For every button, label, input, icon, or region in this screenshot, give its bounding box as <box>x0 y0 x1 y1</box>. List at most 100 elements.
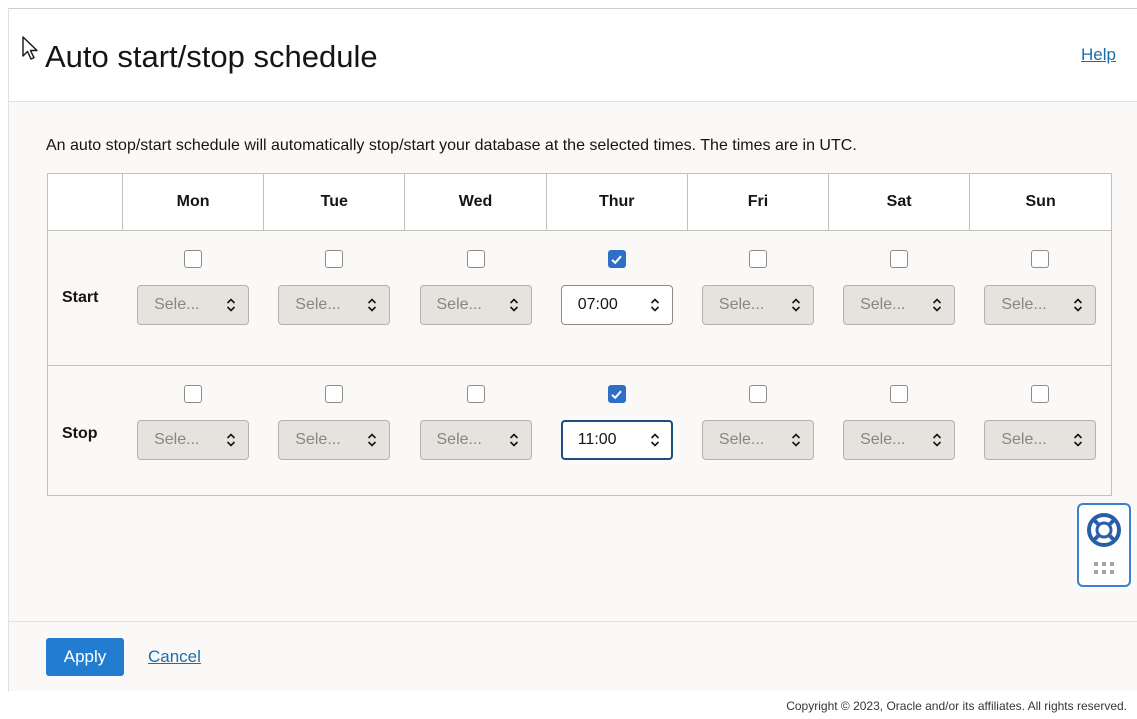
day-checkbox[interactable] <box>1031 250 1050 268</box>
time-select-value: Sele... <box>718 296 765 313</box>
day-checkbox[interactable] <box>607 250 626 268</box>
cancel-link[interactable]: Cancel <box>148 647 201 667</box>
cell-content: Sele... <box>830 367 969 460</box>
updown-chevron-icon <box>650 298 659 312</box>
day-header: Sat <box>828 174 971 231</box>
help-link[interactable]: Help <box>1081 45 1116 65</box>
day-header: Fri <box>687 174 830 231</box>
time-select[interactable]: 07:00 <box>560 285 673 325</box>
schedule-dialog: Auto start/stop schedule Help An auto st… <box>8 8 1137 691</box>
updown-chevron-icon <box>227 298 236 312</box>
day-checkbox[interactable] <box>184 385 203 403</box>
grip-icon[interactable] <box>1093 561 1115 575</box>
time-select[interactable]: Sele... <box>419 285 532 325</box>
day-header: Wed <box>404 174 547 231</box>
updown-chevron-icon <box>933 298 942 312</box>
day-checkbox[interactable] <box>748 250 767 268</box>
schedule-cell: Sele... <box>405 366 546 502</box>
day-checkbox[interactable] <box>890 250 909 268</box>
day-checkbox[interactable] <box>325 250 344 268</box>
time-select[interactable]: Sele... <box>701 285 814 325</box>
schedule-cell: Sele... <box>969 230 1111 366</box>
time-select[interactable]: Sele... <box>984 285 1097 325</box>
schedule-cell: Sele... <box>264 366 405 502</box>
updown-chevron-icon <box>227 433 236 447</box>
schedule-grid: Mon Tue Wed Thur Fri Sat Sun Start Sele..… <box>47 173 1112 496</box>
updown-chevron-icon <box>1074 298 1083 312</box>
apply-button[interactable]: Apply <box>46 638 124 676</box>
cell-content: Sele... <box>265 367 404 460</box>
time-select[interactable]: Sele... <box>278 420 391 460</box>
day-checkbox[interactable] <box>890 385 909 403</box>
row-label: Start <box>48 230 123 366</box>
day-checkbox[interactable] <box>466 250 485 268</box>
cell-content: Sele... <box>830 232 969 325</box>
time-select-value: Sele... <box>436 431 482 448</box>
updown-chevron-icon <box>650 433 659 447</box>
day-header: Sun <box>969 174 1111 231</box>
schedule-cell: Sele... <box>263 230 405 366</box>
cell-content: 11:00 <box>547 367 686 460</box>
row-label: Stop <box>62 424 98 442</box>
updown-chevron-icon <box>368 433 377 447</box>
time-select-value: Sele... <box>295 431 341 448</box>
time-select-value: 11:00 <box>577 431 617 448</box>
time-select-value: Sele... <box>154 431 200 448</box>
day-checkbox[interactable] <box>325 385 344 403</box>
time-select-value: Sele... <box>1001 296 1047 313</box>
time-select-value: 07:00 <box>577 296 618 313</box>
time-select-value: Sele... <box>718 431 765 448</box>
cell-content: Sele... <box>124 232 263 325</box>
day-checkbox[interactable] <box>1031 385 1050 403</box>
time-select[interactable]: Sele... <box>984 420 1097 460</box>
time-select-value: Sele... <box>154 296 200 313</box>
schedule-cell: Sele... <box>970 366 1111 502</box>
schedule-cell: Sele... <box>828 230 970 366</box>
time-select-value: Sele... <box>860 296 906 313</box>
updown-chevron-icon <box>509 298 518 312</box>
time-select[interactable]: Sele... <box>843 285 956 325</box>
schedule-row-start: Start Sele... Sele... Sele... 07:00 Sele... Se… <box>48 230 1111 366</box>
time-select[interactable]: Sele... <box>843 420 956 460</box>
cell-content: 07:00 <box>547 232 686 325</box>
header-corner <box>48 174 123 231</box>
time-select-value: Sele... <box>436 296 482 313</box>
time-select[interactable]: Sele... <box>137 420 250 460</box>
schedule-cell: Sele... <box>829 366 970 502</box>
updown-chevron-icon <box>791 433 800 447</box>
cell-content: Sele... <box>688 367 827 460</box>
help-widget[interactable] <box>1077 503 1131 587</box>
schedule-cell: Sele... <box>122 230 264 366</box>
copyright-notice: Copyright © 2023, Oracle and/or its affi… <box>786 699 1127 713</box>
pointer-cursor-icon <box>22 36 38 60</box>
time-select-value: Sele... <box>1001 431 1047 448</box>
time-select[interactable]: Sele... <box>278 285 391 325</box>
cell-content: Sele... <box>688 232 827 325</box>
updown-chevron-icon <box>933 433 942 447</box>
schedule-cell: Sele... <box>687 366 828 502</box>
cell-content: Sele... <box>265 232 404 325</box>
day-checkbox[interactable] <box>748 385 767 403</box>
cell-content: Sele... <box>406 367 545 460</box>
day-checkbox[interactable] <box>466 385 485 403</box>
page-title: Auto start/stop schedule <box>45 39 378 74</box>
day-header: Thur <box>546 174 688 231</box>
day-header-row: Mon Tue Wed Thur Fri Sat Sun <box>48 174 1111 231</box>
schedule-row-stop: Stop Sele... Sele... Sele... 11:00 Sele... Sel… <box>48 366 1111 502</box>
schedule-cell: Sele... <box>123 366 264 502</box>
cell-content: Sele... <box>406 232 545 325</box>
time-select-value: Sele... <box>860 431 906 448</box>
schedule-cell: 07:00 <box>546 230 688 366</box>
dialog-footer: Apply Cancel <box>9 621 1137 691</box>
time-select[interactable]: Sele... <box>419 420 532 460</box>
check-icon <box>611 390 622 399</box>
day-checkbox[interactable] <box>607 385 626 403</box>
schedule-description: An auto stop/start schedule will automat… <box>46 137 857 154</box>
day-checkbox[interactable] <box>184 250 203 268</box>
day-header: Tue <box>263 174 406 231</box>
updown-chevron-icon <box>791 298 800 312</box>
time-select[interactable]: Sele... <box>701 420 814 460</box>
time-select[interactable]: Sele... <box>137 285 250 325</box>
time-select[interactable]: 11:00 <box>560 420 673 460</box>
updown-chevron-icon <box>509 433 518 447</box>
